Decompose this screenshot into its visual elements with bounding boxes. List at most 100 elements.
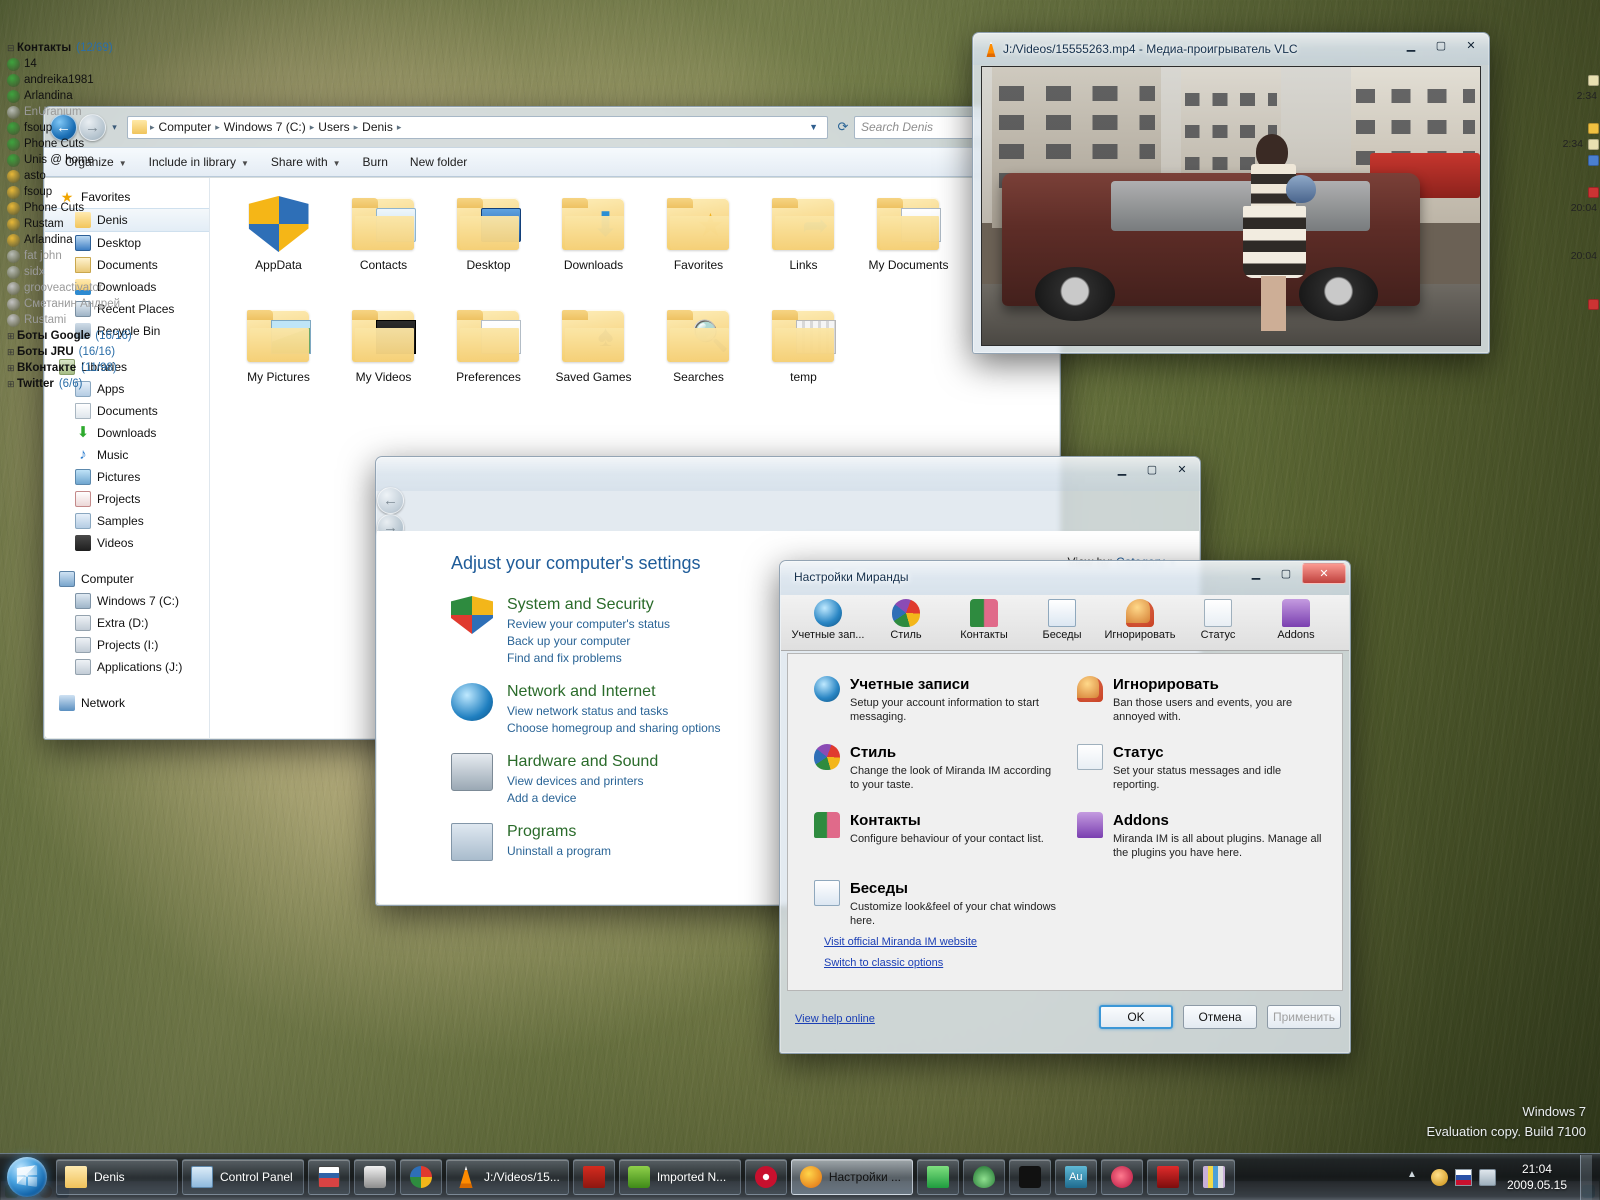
protocol-badge-icon xyxy=(1588,74,1599,86)
contact-count: (6/6) xyxy=(58,378,83,390)
taskbar-button-vuze[interactable] xyxy=(1100,1159,1143,1195)
contact-group-row[interactable]: ⊞ Twitter (6/6) xyxy=(1,376,1599,392)
contact-name: Боты JRU xyxy=(17,346,74,358)
protocol-badge-icon xyxy=(1588,154,1599,166)
contact-name: fsoup xyxy=(24,122,53,134)
control-panel-icon xyxy=(191,1166,213,1188)
system-tray[interactable]: ▲ 21:04 2009.05.15 xyxy=(1407,1154,1600,1200)
protocol-badge-icon xyxy=(1588,138,1599,150)
contact-name: EnUranium xyxy=(24,106,82,118)
taskbar-button-imported-n[interactable]: Imported N... xyxy=(618,1159,741,1195)
expander-icon[interactable]: ⊞ xyxy=(7,347,17,358)
contact-name: Контакты xyxy=(17,42,72,54)
contact-count: (16/16) xyxy=(78,346,116,358)
contact-status-icon xyxy=(7,153,20,167)
taskbar-button-livestation[interactable] xyxy=(1008,1159,1051,1195)
contact-name: Phone Cuts xyxy=(24,138,85,150)
taskbar-button-floppy-save[interactable] xyxy=(308,1159,350,1195)
evernote-icon xyxy=(627,1166,650,1188)
taskbar-button-j-videos-15[interactable]: J:/Videos/15... xyxy=(446,1159,569,1195)
taskbar-button-adobe-reader[interactable] xyxy=(572,1159,615,1195)
vlc-titlebar[interactable]: J:/Videos/15555263.mp4 - Медиа-проигрыва… xyxy=(973,33,1489,65)
contact-name: Phone Cuts xyxy=(24,202,85,214)
contact-name: Rustami xyxy=(24,314,67,326)
contact-name: Rustam xyxy=(24,218,64,230)
video-surface[interactable] xyxy=(981,66,1481,346)
protocol-badge-icon xyxy=(1588,186,1599,198)
contact-name: Боты Google xyxy=(17,330,91,342)
person-legs xyxy=(1260,275,1286,332)
show-hidden-icons-icon[interactable]: ▲ xyxy=(1407,1169,1424,1186)
taskbar-button-control-panel[interactable]: Control Panel xyxy=(182,1159,304,1195)
contact-time: 2:34 xyxy=(1576,90,1597,102)
adobe-reader-icon xyxy=(582,1166,605,1188)
foobar-icon xyxy=(364,1166,386,1188)
contact-name: fsoup xyxy=(24,186,53,198)
taskbar[interactable]: Denis Control Panel J:/Videos/15... Importe… xyxy=(0,1153,1600,1200)
contact-status-icon xyxy=(7,73,20,87)
expander-icon[interactable]: ⊞ xyxy=(7,379,17,390)
minimize-button[interactable]: ▁ xyxy=(1397,35,1425,56)
vlc-window[interactable]: J:/Videos/15555263.mp4 - Медиа-проигрыва… xyxy=(972,32,1490,354)
utorrent-icon xyxy=(926,1166,949,1188)
autocad-icon xyxy=(1156,1166,1179,1188)
taskbar-button-flame[interactable] xyxy=(962,1159,1005,1195)
contact-time: 2:34 xyxy=(1562,138,1583,150)
flame-icon xyxy=(972,1166,995,1188)
window-title: J:/Videos/15555263.mp4 - Медиа-проигрыва… xyxy=(1003,42,1298,56)
expander-icon[interactable]: ⊟ xyxy=(7,43,17,54)
vlc-cone-icon xyxy=(986,41,996,57)
contact-status-icon xyxy=(7,233,20,247)
network-tray-icon[interactable] xyxy=(1478,1168,1496,1186)
taskbar-button-color-bars[interactable] xyxy=(1192,1159,1235,1195)
taskbar-button-label: Настройки ... xyxy=(828,1170,902,1184)
taskbar-button-autocad[interactable] xyxy=(1146,1159,1189,1195)
contact-name: Сметанин Андрей xyxy=(24,298,121,310)
taskbar-buttons: Denis Control Panel J:/Videos/15... Importe… xyxy=(54,1159,1237,1195)
contact-name: sidx xyxy=(24,266,45,278)
vlc-cone-icon xyxy=(459,1166,473,1188)
taskbar-button-label: J:/Videos/15... xyxy=(484,1170,560,1184)
taskbar-button-настройки[interactable]: Настройки ... xyxy=(790,1159,913,1195)
start-button[interactable] xyxy=(0,1155,54,1200)
language-flag-icon[interactable] xyxy=(1454,1168,1472,1186)
taskbar-button-denis[interactable]: Denis xyxy=(56,1159,178,1195)
contact-status-icon xyxy=(7,201,20,215)
contact-name: Arlandina xyxy=(24,90,73,102)
taskbar-button-picasa[interactable] xyxy=(400,1159,442,1195)
miranda-contact-list-window[interactable]: Miranda ✕ ⊟Контакты(12/69)14andreika1981… xyxy=(0,0,1599,1200)
show-desktop-button[interactable] xyxy=(1580,1154,1592,1200)
expander-icon[interactable]: ⊞ xyxy=(7,331,17,342)
contact-count: (12/69) xyxy=(76,42,113,54)
contact-name: ВКонтакте xyxy=(17,362,77,374)
contact-status-icon xyxy=(7,297,20,311)
contact-group-row[interactable]: ⊞ ВКонтакте (11/98) xyxy=(1,360,1599,376)
audition-icon: Au xyxy=(1064,1166,1087,1188)
close-button[interactable]: ✕ xyxy=(1457,35,1485,56)
protocol-badge-icon xyxy=(1588,298,1599,310)
contact-status-icon xyxy=(7,105,20,119)
clock[interactable]: 21:04 2009.05.15 xyxy=(1503,1161,1573,1193)
maximize-button[interactable]: ▢ xyxy=(1427,35,1455,56)
contact-name: 14 xyxy=(24,58,37,70)
taskbar-button-label: Imported N... xyxy=(656,1170,727,1184)
contact-name: andreika1981 xyxy=(24,74,94,86)
taskbar-button-foobar[interactable] xyxy=(354,1159,396,1195)
expander-icon[interactable]: ⊞ xyxy=(7,363,17,374)
windows-logo-icon xyxy=(7,1157,47,1197)
floppy-save-icon xyxy=(318,1166,340,1188)
suv-windows xyxy=(1110,180,1370,232)
miranda-tray-icon[interactable] xyxy=(1430,1168,1448,1186)
taskbar-button-au[interactable]: Au xyxy=(1054,1159,1097,1195)
contact-count: (16/16) xyxy=(95,330,132,342)
taskbar-button-utorrent[interactable] xyxy=(916,1159,959,1195)
contact-status-icon xyxy=(7,169,20,183)
contact-status-icon xyxy=(7,57,20,71)
opera-icon xyxy=(754,1166,777,1188)
contact-status-icon xyxy=(7,121,20,135)
window-controls: ▁ ▢ ✕ xyxy=(1397,35,1485,56)
taskbar-button-label: Denis xyxy=(94,1170,125,1184)
contact-status-icon xyxy=(7,313,20,327)
contact-time: 20:04 xyxy=(1570,250,1597,262)
taskbar-button-opera[interactable] xyxy=(744,1159,787,1195)
